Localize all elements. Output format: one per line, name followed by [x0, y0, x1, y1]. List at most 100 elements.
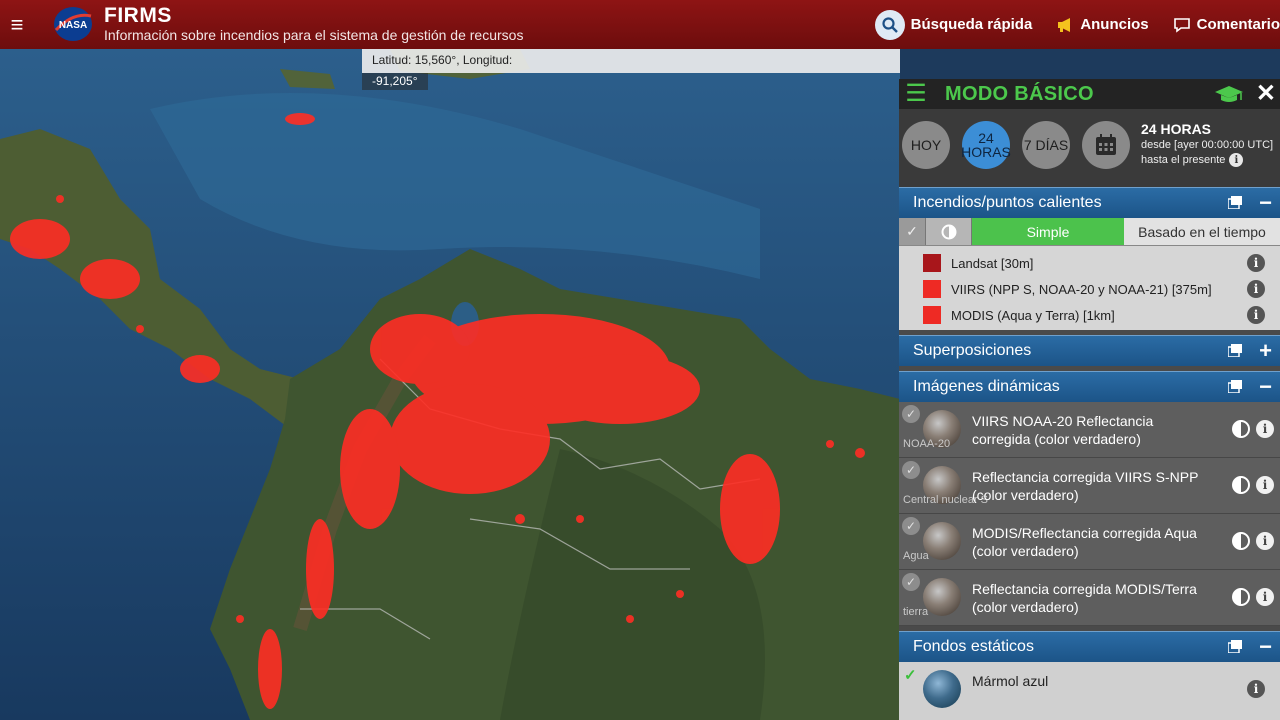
info-icon[interactable]: i — [1256, 588, 1274, 606]
opacity-icon[interactable] — [1232, 532, 1250, 550]
time-range-title: 24 HORAS — [1141, 121, 1212, 137]
graduation-cap-icon[interactable] — [1214, 84, 1244, 104]
legend-swatch — [923, 280, 941, 298]
time-info-icon[interactable]: i — [1229, 153, 1244, 167]
layer-item-modis-aqua[interactable]: ✓ Agua MODIS/Reflectancia corregida Aqua… — [899, 514, 1280, 570]
legend-item-viirs: VIIRS (NPP S, NOAA-20 y NOAA-21) [375m] … — [899, 276, 1280, 302]
close-panel-icon[interactable]: ✕ — [1256, 80, 1276, 108]
calendar-icon — [1096, 134, 1116, 155]
time-range-selector: HOY 24 HORAS 7 DÍAS 24 HORAS desde [ayer… — [899, 109, 1280, 187]
legend-item-landsat: Landsat [30m] i — [899, 250, 1280, 276]
layer-item-modis-terra[interactable]: ✓ tierra Reflectancia corregida MODIS/Te… — [899, 570, 1280, 626]
info-icon[interactable]: i — [1247, 254, 1265, 272]
top-nav: Búsqueda rápida Anuncios Comentario — [851, 0, 1280, 49]
globe-thumbnail — [923, 670, 961, 708]
info-icon[interactable]: i — [1247, 680, 1265, 698]
info-icon[interactable]: i — [1256, 476, 1274, 494]
time-range-to: hasta el presente — [1141, 153, 1226, 166]
24-hours-button[interactable]: 24 HORAS — [961, 121, 1011, 169]
feedback-label: Comentario — [1196, 16, 1280, 33]
nasa-logo: NASA — [54, 7, 92, 41]
copy-icon[interactable] — [1228, 640, 1242, 653]
layer-name: Reflectancia corregida VIIRS S-NPP (colo… — [972, 469, 1199, 503]
layer-checkbox[interactable]: ✓ — [902, 573, 920, 591]
panel-title: MODO BÁSICO — [945, 82, 1094, 105]
info-icon[interactable]: i — [1256, 532, 1274, 550]
time-range-info: 24 HORAS desde [ayer 00:00:00 UTC] hasta… — [1141, 121, 1273, 167]
search-icon — [874, 9, 905, 40]
layer-item-viirs-noaa20[interactable]: ✓ NOAA-20 VIIRS NOAA-20 Reflectancia cor… — [899, 402, 1280, 458]
time-range-from: desde [ayer 00:00:00 UTC] — [1141, 139, 1274, 151]
legend-swatch — [923, 306, 941, 324]
panel-menu-icon[interactable]: ☰ — [899, 79, 933, 109]
layer-checkbox[interactable]: ✓ — [902, 517, 920, 535]
announcements-label: Anuncios — [1080, 16, 1149, 33]
layer-panel: ☰ MODO BÁSICO ✕ HOY 24 HORAS 7 DÍAS 24 H… — [899, 79, 1280, 720]
checkmark-icon[interactable]: ✓ — [899, 218, 926, 245]
opacity-icon[interactable] — [1232, 588, 1250, 606]
app-title: FIRMS — [104, 4, 172, 27]
simple-mode-button[interactable]: Simple — [972, 218, 1124, 245]
quick-search-label: Búsqueda rápida — [910, 16, 1033, 33]
dynamic-imagery-section-title: Imágenes dinámicas — [913, 378, 1060, 395]
announcements-link[interactable]: Anuncios — [1056, 16, 1149, 33]
top-bar: ≡ NASA FIRMS Información sobre incendios… — [0, 0, 1280, 49]
overlays-section-title: Superposiciones — [913, 342, 1032, 359]
legend-label: Landsat [30m] — [951, 255, 1034, 271]
quick-search-link[interactable]: Búsqueda rápida — [874, 9, 1033, 40]
background-name: Mármol azul — [972, 673, 1049, 689]
copy-icon[interactable] — [1228, 196, 1242, 209]
legend-swatch — [923, 254, 941, 272]
collapse-icon[interactable]: − — [1259, 373, 1272, 401]
panel-header: ☰ MODO BÁSICO ✕ — [899, 79, 1280, 109]
legend-label: VIIRS (NPP S, NOAA-20 y NOAA-21) [375m] — [951, 281, 1212, 297]
layer-item-viirs-snpp[interactable]: ✓ Central nuclear S Reflectancia corregi… — [899, 458, 1280, 514]
collapse-icon[interactable]: − — [1259, 633, 1272, 661]
coordinates-longitude-value: -91,205° — [362, 73, 428, 90]
7-days-button[interactable]: 7 DÍAS — [1022, 121, 1070, 169]
legend-item-modis: MODIS (Aqua y Terra) [1km] i — [899, 302, 1280, 328]
layer-checkbox[interactable]: ✓ — [902, 405, 920, 423]
feedback-link[interactable]: Comentario — [1173, 16, 1280, 33]
copy-icon[interactable] — [1228, 380, 1242, 393]
time-based-mode-button[interactable]: Basado en el tiempo — [1124, 218, 1280, 245]
overlays-section-header[interactable]: Superposiciones + — [899, 335, 1280, 366]
layer-name: Reflectancia corregida MODIS/Terra (colo… — [972, 581, 1197, 615]
info-icon[interactable]: i — [1247, 306, 1265, 324]
layer-sublabel: tierra — [903, 606, 929, 618]
app-subtitle: Información sobre incendios para el sist… — [104, 27, 524, 43]
layer-name: MODIS/Reflectancia corregida Aqua (color… — [972, 525, 1197, 559]
coordinates-readout: Latitud: 15,560°, Longitud: — [362, 49, 900, 73]
fire-legend: Landsat [30m] i VIIRS (NPP S, NOAA-20 y … — [899, 246, 1280, 330]
today-button[interactable]: HOY — [902, 121, 950, 169]
fire-display-mode: ✓ Simple Basado en el tiempo — [899, 218, 1280, 246]
expand-icon[interactable]: + — [1259, 337, 1272, 365]
main-menu-icon[interactable]: ≡ — [2, 0, 32, 49]
layer-thumbnail — [923, 578, 961, 616]
fires-section-title: Incendios/puntos calientes — [913, 194, 1102, 211]
svg-text:NASA: NASA — [59, 20, 87, 31]
layer-checkbox[interactable]: ✓ — [902, 461, 920, 479]
static-backgrounds-section-title: Fondos estáticos — [913, 638, 1034, 655]
comment-icon — [1173, 17, 1191, 33]
opacity-icon[interactable] — [1232, 420, 1250, 438]
layer-sublabel: Agua — [903, 550, 929, 562]
fire-map[interactable] — [0, 49, 900, 720]
opacity-icon[interactable] — [926, 218, 972, 245]
copy-icon[interactable] — [1228, 344, 1242, 357]
opacity-icon[interactable] — [1232, 476, 1250, 494]
selected-check-icon[interactable]: ✓ — [904, 666, 917, 684]
background-item-blue-marble[interactable]: ✓ Mármol azul i — [899, 662, 1280, 720]
collapse-icon[interactable]: − — [1259, 189, 1272, 217]
legend-label: MODIS (Aqua y Terra) [1km] — [951, 307, 1115, 323]
megaphone-icon — [1056, 17, 1074, 33]
static-backgrounds-section-header[interactable]: Fondos estáticos − — [899, 631, 1280, 662]
map-canvas[interactable] — [0, 49, 900, 720]
layer-sublabel: NOAA-20 — [903, 438, 951, 450]
fires-section-header[interactable]: Incendios/puntos calientes − — [899, 187, 1280, 218]
dynamic-imagery-section-header[interactable]: Imágenes dinámicas − — [899, 371, 1280, 402]
info-icon[interactable]: i — [1256, 420, 1274, 438]
calendar-button[interactable] — [1082, 121, 1130, 169]
info-icon[interactable]: i — [1247, 280, 1265, 298]
layer-name: VIIRS NOAA-20 Reflectancia corregida (co… — [972, 413, 1154, 447]
